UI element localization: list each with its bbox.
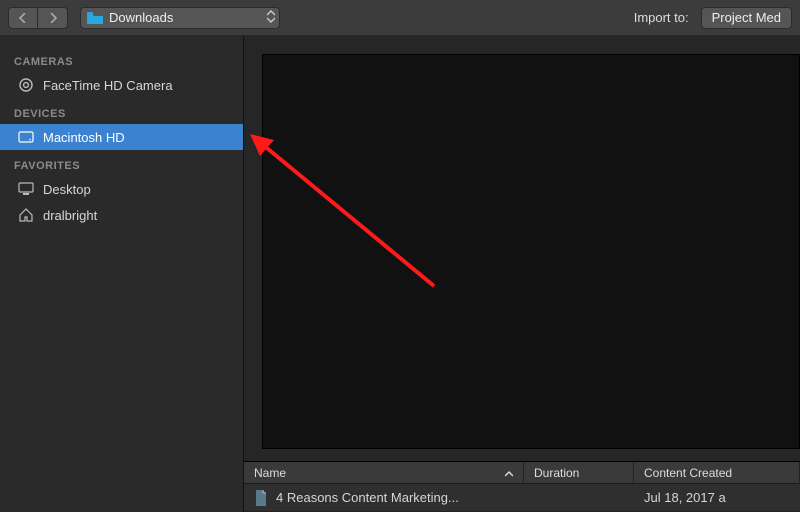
- preview-wrap: [244, 36, 800, 461]
- column-label: Name: [254, 466, 286, 480]
- popup-stepper-icon: [267, 10, 275, 23]
- import-target-label: Project Med: [712, 10, 781, 25]
- import-target-popup[interactable]: Project Med: [701, 7, 792, 29]
- table-header: Name Duration Content Created: [244, 462, 800, 484]
- sidebar-section-favorites: FAVORITES: [0, 150, 243, 176]
- column-header-name[interactable]: Name: [244, 462, 524, 483]
- column-header-duration[interactable]: Duration: [524, 462, 634, 483]
- sidebar-item-label: Macintosh HD: [43, 130, 125, 145]
- import-to-label: Import to:: [634, 10, 689, 25]
- toolbar: Downloads Import to: Project Med: [0, 0, 800, 36]
- nav-buttons: [8, 7, 68, 29]
- hdd-icon: [18, 130, 34, 144]
- sidebar-item-macintosh-hd[interactable]: Macintosh HD: [0, 124, 243, 150]
- sidebar-item-label: Desktop: [43, 182, 91, 197]
- back-button[interactable]: [8, 7, 38, 29]
- forward-button[interactable]: [38, 7, 68, 29]
- sidebar-item-facetime-camera[interactable]: FaceTime HD Camera: [0, 72, 243, 98]
- cell-created: Jul 18, 2017 a: [644, 490, 726, 505]
- folder-icon: [87, 12, 103, 24]
- path-popup[interactable]: Downloads: [80, 7, 280, 29]
- content-pane: Name Duration Content Created 4: [244, 36, 800, 512]
- sidebar-section-devices: DEVICES: [0, 98, 243, 124]
- sidebar-section-cameras: CAMERAS: [0, 46, 243, 72]
- desktop-icon: [18, 182, 34, 196]
- sort-ascending-icon: [505, 466, 513, 480]
- preview-area: [262, 54, 800, 449]
- sidebar-item-home[interactable]: dralbright: [0, 202, 243, 228]
- camera-icon: [18, 78, 34, 92]
- file-table: Name Duration Content Created 4: [244, 461, 800, 512]
- home-icon: [18, 208, 34, 222]
- sidebar-item-label: FaceTime HD Camera: [43, 78, 173, 93]
- column-header-content-created[interactable]: Content Created: [634, 462, 800, 483]
- cell-name: 4 Reasons Content Marketing...: [276, 490, 459, 505]
- column-label: Duration: [534, 466, 579, 480]
- table-row[interactable]: 4 Reasons Content Marketing... Jul 18, 2…: [244, 484, 800, 512]
- sidebar-item-label: dralbright: [43, 208, 97, 223]
- path-label: Downloads: [109, 10, 173, 25]
- document-icon: [254, 490, 268, 506]
- column-label: Content Created: [644, 466, 732, 480]
- main-area: CAMERAS FaceTime HD Camera DEVICES Macin…: [0, 36, 800, 512]
- sidebar-item-desktop[interactable]: Desktop: [0, 176, 243, 202]
- sidebar: CAMERAS FaceTime HD Camera DEVICES Macin…: [0, 36, 244, 512]
